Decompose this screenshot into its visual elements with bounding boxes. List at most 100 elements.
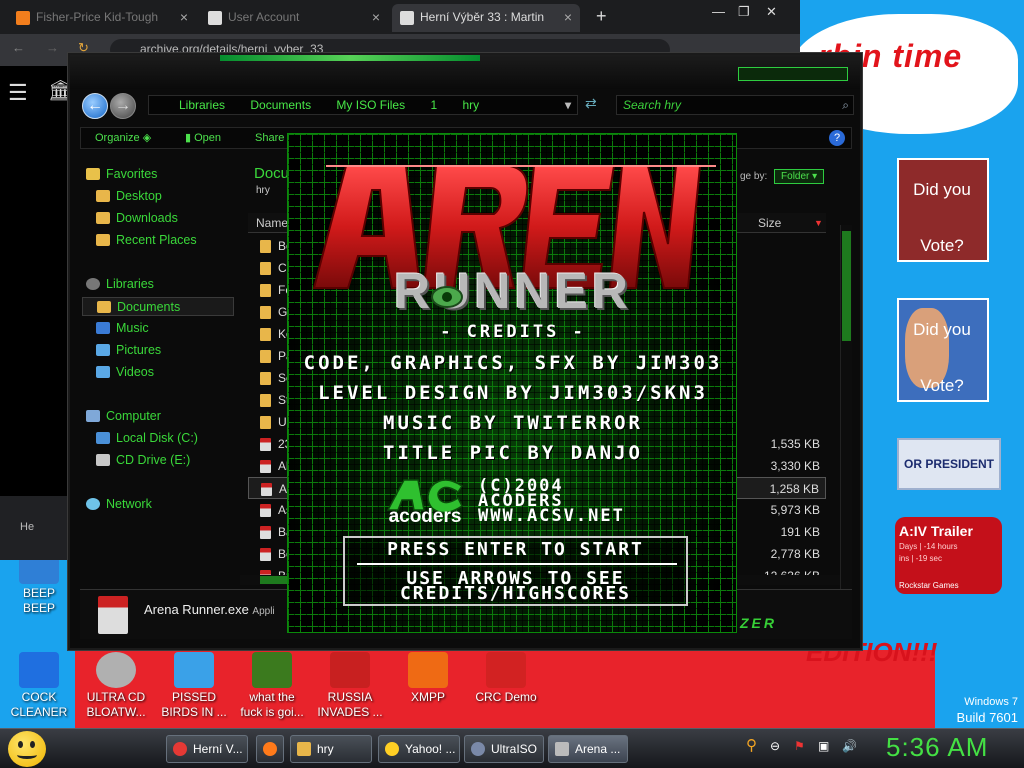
nav-videos[interactable]: Videos — [96, 363, 154, 382]
file-size: 2,778 KB — [770, 547, 820, 561]
organize-button[interactable]: Organize ◈ — [95, 128, 151, 148]
sort-arrow-icon: ▼ — [814, 218, 823, 228]
search-icon[interactable]: ⚲ — [746, 736, 757, 754]
nav-computer[interactable]: Computer — [86, 407, 161, 426]
hamburger-menu-icon[interactable]: ☰ — [8, 80, 28, 106]
taskbar-item-ultraiso[interactable]: UltraISO — [464, 735, 544, 763]
windows-watermark: Windows 7 Build 7601 — [957, 694, 1018, 727]
back-icon[interactable]: ← — [12, 40, 25, 55]
browser-tab-user-account[interactable]: User Account × — [200, 4, 388, 32]
folder-icon — [297, 742, 311, 756]
system-clock[interactable]: 5:36 AM — [886, 732, 988, 763]
back-arrow-icon[interactable]: ← — [82, 93, 108, 119]
start-button[interactable] — [8, 731, 46, 767]
vertical-scrollbar[interactable] — [840, 225, 852, 605]
crc-app-icon — [486, 652, 526, 688]
close-tab-icon[interactable]: × — [564, 9, 572, 25]
exe-file-icon — [98, 596, 128, 634]
taskbar-item-firefox[interactable] — [256, 735, 284, 763]
search-input[interactable]: Search hry ⌕ — [616, 95, 854, 115]
desktop-icon-label: PISSED BIRDS IN ... — [161, 690, 227, 719]
skin-brand-logo: ZER — [740, 615, 777, 631]
fisher-price-favicon-icon — [16, 11, 30, 25]
file-size: 1,258 KB — [769, 482, 819, 496]
nav-local-disk[interactable]: Local Disk (C:) — [96, 429, 198, 448]
desktop-icon-xmpp[interactable]: XMPP — [392, 652, 464, 705]
desktop-icon-label: what the fuck is goi... — [240, 690, 304, 719]
desktop-icon-crc-demo[interactable]: CRC Demo — [470, 652, 542, 705]
wallpaper-gta-widget: A:IV Trailer Days | -14 hours ins | -19 … — [895, 517, 1002, 594]
desktop-icon-ultra-cd[interactable]: ULTRA CD BLOATW... — [80, 652, 152, 720]
close-tab-icon[interactable]: × — [372, 9, 380, 25]
desktop-icon-label: RUSSIA INVADES ... — [317, 690, 383, 719]
nav-cd-drive[interactable]: CD Drive (E:) — [96, 451, 190, 470]
close-window-icon[interactable]: ✕ — [766, 4, 777, 20]
nav-favorites[interactable]: Favorites — [86, 165, 157, 184]
press-enter-option[interactable]: Press Enter to Start — [345, 541, 686, 559]
breadcrumb-1[interactable]: 1 — [430, 98, 437, 112]
restore-icon[interactable]: ❐ — [738, 4, 750, 20]
chevron-down-icon[interactable]: ▾ — [565, 96, 571, 114]
browser-tab-fisher-price[interactable]: Fisher-Price Kid-Tough × — [8, 4, 196, 32]
cleaner-app-icon — [19, 652, 59, 688]
taskbar-item-yahoo[interactable]: Yahoo! ... — [378, 735, 460, 763]
nav-network[interactable]: Network — [86, 495, 152, 514]
arrange-by: ge by: Folder ▾ — [740, 169, 825, 184]
help-icon[interactable]: ? — [829, 130, 845, 146]
share-button[interactable]: Share — [255, 128, 284, 148]
nav-documents[interactable]: Documents — [82, 297, 234, 316]
breadcrumb-my-iso-files[interactable]: My ISO Files — [336, 98, 405, 112]
search-icon[interactable]: ⌕ — [842, 96, 849, 114]
close-tab-icon[interactable]: × — [180, 9, 188, 25]
nav-libraries[interactable]: Libraries — [86, 275, 154, 294]
desktop-icon-russia-invades[interactable]: RUSSIA INVADES ... — [314, 652, 386, 720]
taskbar-item-hry-folder[interactable]: hry — [290, 735, 372, 763]
volume-icon[interactable]: 🔊 — [842, 739, 857, 753]
arrange-by-select[interactable]: Folder ▾ — [774, 169, 825, 184]
nav-downloads[interactable]: Downloads — [96, 209, 178, 228]
taskbar-item-arena-runner[interactable]: Arena ... — [548, 735, 628, 763]
taskbar-item-chrome[interactable]: Herní V... — [166, 735, 248, 763]
computer-icon — [86, 410, 100, 422]
breadcrumb-documents[interactable]: Documents — [250, 98, 311, 112]
open-button[interactable]: ▮ Open — [185, 128, 221, 148]
arena-runner-game-window[interactable]: RUNNER - Credits - Code, Graphics, SFX b… — [287, 133, 737, 633]
music-folder-icon — [96, 322, 110, 334]
nav-pictures[interactable]: Pictures — [96, 341, 161, 360]
window-controls[interactable] — [738, 67, 848, 81]
breadcrumb-libraries[interactable]: Libraries — [179, 98, 225, 112]
iso-file-link[interactable]: He — [20, 521, 34, 533]
minus-circle-icon[interactable]: ⊖ — [770, 739, 780, 753]
network-icon — [86, 498, 100, 510]
smiley-eye — [18, 741, 23, 748]
desktop-icon-pissed-birds[interactable]: PISSED BIRDS IN ... — [158, 652, 230, 720]
exe-file-icon — [260, 460, 271, 473]
address-bar[interactable]: Libraries Documents My ISO Files 1 hry ▾ — [148, 95, 578, 115]
refresh-icon[interactable]: ⇄ — [585, 95, 607, 115]
desktop-icon-cock-cleaner[interactable]: COCK CLEANER — [3, 652, 75, 720]
breadcrumb-hry[interactable]: hry — [462, 98, 479, 112]
action-center-flag-icon[interactable]: ⚑ — [794, 739, 805, 753]
forward-icon[interactable]: → — [46, 40, 59, 55]
library-title: Docu — [254, 165, 290, 182]
folder-icon — [260, 328, 271, 341]
minimize-icon[interactable]: — — [712, 4, 725, 19]
desktop-icon-what-the[interactable]: what the fuck is goi... — [236, 652, 308, 720]
nav-desktop[interactable]: Desktop — [96, 187, 162, 206]
ultraiso-icon — [471, 742, 485, 756]
exe-file-icon — [260, 526, 271, 539]
arrows-option-line2[interactable]: Credits/Highscores — [345, 585, 686, 603]
browser-tab-herni-vyber[interactable]: Herní Výběr 33 : Martin × — [392, 4, 580, 32]
downloads-folder-icon — [96, 212, 110, 224]
column-size[interactable]: Size — [758, 213, 781, 233]
nav-music[interactable]: Music — [96, 319, 149, 338]
scroll-thumb[interactable] — [842, 231, 851, 341]
desktop-icon-label: XMPP — [410, 690, 445, 704]
tab-label: User Account — [228, 10, 300, 24]
forward-arrow-icon[interactable]: → — [110, 93, 136, 119]
new-tab-icon[interactable]: + — [596, 6, 607, 27]
nav-recent-places[interactable]: Recent Places — [96, 231, 197, 250]
column-name[interactable]: Name — [256, 213, 288, 233]
network-tray-icon[interactable]: ▣ — [818, 739, 829, 753]
star-icon — [86, 168, 100, 180]
